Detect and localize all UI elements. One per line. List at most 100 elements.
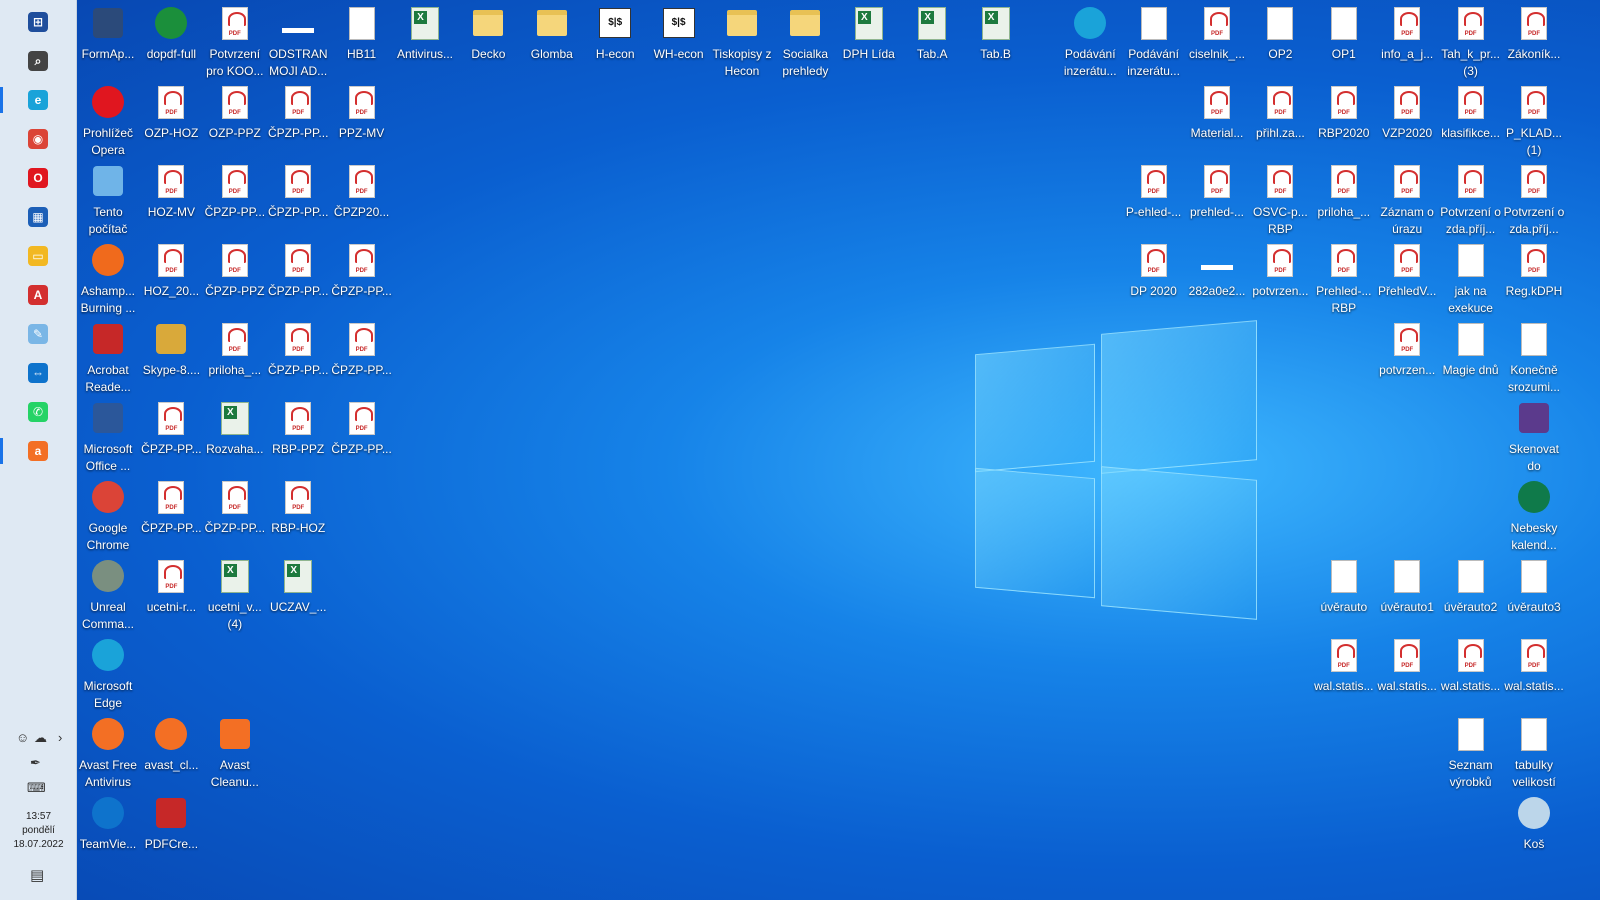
desktop-icon[interactable]: ČPZP-PP...: [330, 320, 394, 396]
desktop-icon[interactable]: Podávání inzerátu...: [1058, 4, 1122, 80]
desktop-icon[interactable]: Magie dnů: [1439, 320, 1503, 396]
desktop-icon[interactable]: Microsoft Edge: [76, 636, 140, 712]
keyboard-icon[interactable]: ⌨: [27, 780, 46, 796]
desktop-icon[interactable]: wal.statis...: [1439, 636, 1503, 712]
desktop-icon[interactable]: Skenovat do: [1502, 399, 1566, 475]
desktop-icon[interactable]: VZP2020: [1375, 83, 1439, 159]
pen-icon[interactable]: ✒: [30, 755, 41, 771]
desktop-icon[interactable]: úvěrauto2: [1439, 557, 1503, 633]
desktop-icon[interactable]: prehled-...: [1185, 162, 1249, 238]
desktop-icon[interactable]: wal.statis...: [1312, 636, 1376, 712]
desktop-icon[interactable]: ČPZP-PP...: [266, 241, 330, 317]
desktop-icon[interactable]: Avast Free Antivirus: [76, 715, 140, 791]
desktop-icon[interactable]: klasifikce...: [1439, 83, 1503, 159]
desktop-icon[interactable]: ČPZP-PP...: [203, 478, 267, 554]
desktop-icon[interactable]: úvěrauto1: [1375, 557, 1439, 633]
desktop-icon[interactable]: úvěrauto3: [1502, 557, 1566, 633]
desktop-icon[interactable]: ČPZP-PP...: [266, 83, 330, 159]
desktop-icon[interactable]: Antivirus...: [393, 4, 457, 80]
taskbar-store[interactable]: ▦: [18, 199, 58, 235]
desktop-icon[interactable]: ČPZP-PP...: [139, 478, 203, 554]
desktop-icon[interactable]: ČPZP-PP...: [139, 399, 203, 475]
desktop-icon[interactable]: tabulky velikostí: [1502, 715, 1566, 791]
desktop-icon[interactable]: P_KLAD... (1): [1502, 83, 1566, 159]
desktop-icon[interactable]: Prehled-... RBP: [1312, 241, 1376, 317]
desktop-icon[interactable]: Konečně srozumi...: [1502, 320, 1566, 396]
desktop-icon[interactable]: Microsoft Office ...: [76, 399, 140, 475]
desktop-icon[interactable]: ČPZP-PP...: [266, 320, 330, 396]
taskbar-chrome[interactable]: ◉: [18, 121, 58, 157]
desktop-icon[interactable]: WH-econ: [647, 4, 711, 80]
desktop-icon[interactable]: přihl.za...: [1248, 83, 1312, 159]
desktop-icon[interactable]: OP1: [1312, 4, 1376, 80]
desktop-icon[interactable]: dopdf-full: [139, 4, 203, 80]
desktop-icon[interactable]: OSVC-p... RBP: [1248, 162, 1312, 238]
desktop-icon[interactable]: potvrzen...: [1375, 320, 1439, 396]
desktop-icon[interactable]: OZP-PPZ: [203, 83, 267, 159]
desktop-icon[interactable]: OP2: [1248, 4, 1312, 80]
desktop-icon[interactable]: H-econ: [583, 4, 647, 80]
onedrive-icon[interactable]: ☁: [34, 730, 47, 746]
desktop-icon[interactable]: Tah_k_pr... (3): [1439, 4, 1503, 80]
desktop-icon[interactable]: UCZAV_...: [266, 557, 330, 633]
desktop-icon[interactable]: Potvrzení pro KOO...: [203, 4, 267, 80]
taskbar-edge[interactable]: e: [18, 82, 58, 118]
desktop-icon[interactable]: ucetni_v... (4): [203, 557, 267, 633]
desktop-icon[interactable]: Decko: [456, 4, 520, 80]
desktop-icon[interactable]: Nebesky kalend...: [1502, 478, 1566, 554]
desktop-icon[interactable]: Seznam výrobků: [1439, 715, 1503, 791]
desktop-icon[interactable]: Ashamp... Burning ...: [76, 241, 140, 317]
taskbar-avast[interactable]: a: [18, 433, 58, 469]
taskbar-explorer[interactable]: ▭: [18, 238, 58, 274]
desktop-icon[interactable]: priloha_...: [1312, 162, 1376, 238]
desktop-icon[interactable]: Acrobat Reade...: [76, 320, 140, 396]
desktop-icon[interactable]: PDFCre...: [139, 794, 203, 870]
taskbar-opera[interactable]: O: [18, 160, 58, 196]
taskbar-acrobat[interactable]: A: [18, 277, 58, 313]
desktop-icon[interactable]: Tiskopisy z Hecon: [710, 4, 774, 80]
desktop-icon[interactable]: DPH Lída: [837, 4, 901, 80]
chevron-right-icon[interactable]: ›: [58, 730, 62, 745]
desktop-icon[interactable]: avast_cl...: [139, 715, 203, 791]
desktop-icon[interactable]: ČPZP-PP...: [266, 162, 330, 238]
search-button[interactable]: ⌕: [18, 43, 58, 79]
desktop-icon[interactable]: Záznam o úrazu: [1375, 162, 1439, 238]
desktop-icon[interactable]: ČPZP-PP...: [203, 162, 267, 238]
desktop-icon[interactable]: info_a_j...: [1375, 4, 1439, 80]
desktop-icon[interactable]: P-ehled-...: [1122, 162, 1186, 238]
desktop-icon[interactable]: TeamVie...: [76, 794, 140, 870]
desktop-icon[interactable]: HOZ-MV: [139, 162, 203, 238]
desktop-icon[interactable]: RBP-PPZ: [266, 399, 330, 475]
taskbar-teamviewer[interactable]: ⇔: [18, 355, 58, 391]
desktop-icon[interactable]: Koš: [1502, 794, 1566, 870]
desktop-icon[interactable]: Skype-8....: [139, 320, 203, 396]
desktop-icon[interactable]: Unreal Comma...: [76, 557, 140, 633]
desktop-icon[interactable]: potvrzen...: [1248, 241, 1312, 317]
desktop-icon[interactable]: FormAp...: [76, 4, 140, 80]
desktop-icon[interactable]: wal.statis...: [1375, 636, 1439, 712]
desktop-icon[interactable]: Google Chrome: [76, 478, 140, 554]
desktop-icon[interactable]: priloha_...: [203, 320, 267, 396]
taskbar-whatsapp[interactable]: ✆: [18, 394, 58, 430]
desktop-icon[interactable]: Avast Cleanu...: [203, 715, 267, 791]
desktop-icon[interactable]: jak na exekuce: [1439, 241, 1503, 317]
desktop-icon[interactable]: Reg.kDPH: [1502, 241, 1566, 317]
people-icon[interactable]: ☺: [16, 730, 29, 745]
clock[interactable]: 13:57 pondělí 18.07.2022: [0, 810, 77, 852]
desktop-icon[interactable]: Potvrzení o zda.příj...: [1439, 162, 1503, 238]
desktop-icon[interactable]: Tab.B: [964, 4, 1028, 80]
desktop-icon[interactable]: ciselnik_...: [1185, 4, 1249, 80]
desktop-icon[interactable]: Rozvaha...: [203, 399, 267, 475]
desktop-icon[interactable]: Tab.A: [900, 4, 964, 80]
desktop-icon[interactable]: ČPZP-PP...: [330, 399, 394, 475]
desktop-icon[interactable]: Glomba: [520, 4, 584, 80]
desktop-icon[interactable]: HOZ_20...: [139, 241, 203, 317]
start-button[interactable]: ⊞: [18, 4, 58, 40]
desktop-icon[interactable]: ČPZP-PPZ: [203, 241, 267, 317]
desktop-icon[interactable]: DP 2020: [1122, 241, 1186, 317]
desktop-icon[interactable]: ODSTRAN MOJI AD...: [266, 4, 330, 80]
desktop-icon[interactable]: Zákoník...: [1502, 4, 1566, 80]
notifications-icon[interactable]: ▤: [30, 866, 44, 884]
desktop-icon[interactable]: 282a0e2...: [1185, 241, 1249, 317]
desktop-icon[interactable]: OZP-HOZ: [139, 83, 203, 159]
